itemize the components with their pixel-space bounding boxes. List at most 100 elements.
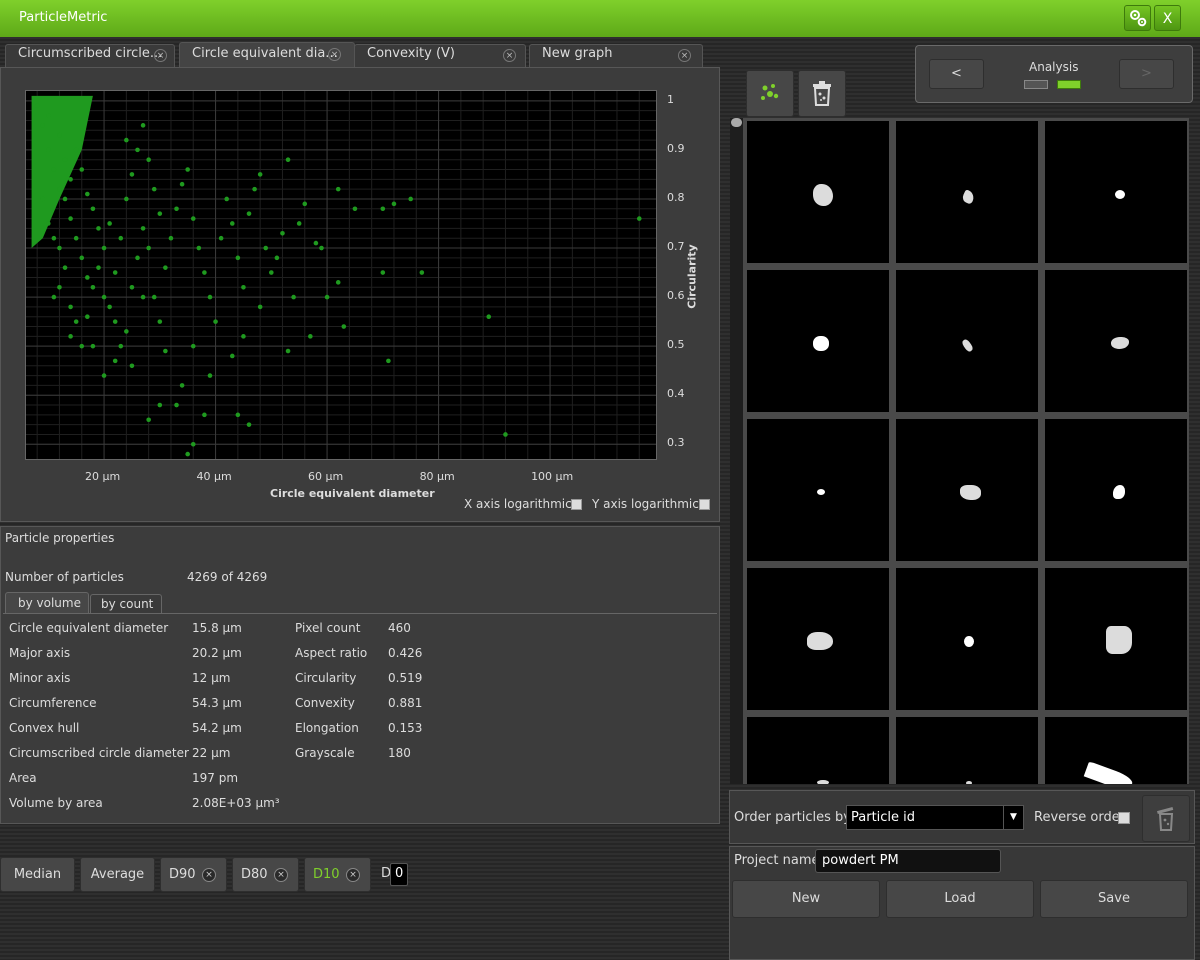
scatter-point: [140, 294, 146, 300]
tab-circumscribed-circle[interactable]: Circumscribed circle... ×: [5, 44, 175, 67]
particle-thumbnail[interactable]: [896, 121, 1038, 263]
subtab-by-volume[interactable]: by volume: [5, 592, 89, 614]
tab-close-icon[interactable]: ×: [154, 49, 167, 62]
subtab-label: by count: [101, 597, 154, 611]
order-select[interactable]: Particle id ▼: [846, 805, 1024, 830]
scatter-point: [291, 294, 296, 300]
particles-icon: [761, 84, 779, 100]
scatter-point: [246, 211, 252, 216]
average-button[interactable]: Average: [80, 857, 155, 892]
y-log-checkbox[interactable]: [699, 499, 710, 510]
particle-thumbnail[interactable]: [747, 121, 889, 263]
scatter-point: [46, 147, 51, 153]
scatter-point: [229, 353, 235, 359]
particle-thumbnail[interactable]: [896, 568, 1038, 710]
scatter-point: [68, 177, 73, 182]
reverse-order-label: Reverse order: [1034, 810, 1126, 825]
scatter-point: [179, 181, 185, 187]
project-name-label: Project name: [734, 853, 820, 868]
close-button[interactable]: X: [1154, 5, 1181, 31]
scatter-point: [257, 304, 263, 310]
particle-thumbnail[interactable]: [1045, 568, 1187, 710]
scatter-point: [68, 304, 73, 310]
scatter-point: [73, 235, 79, 241]
tab-new-graph[interactable]: New graph ×: [529, 44, 703, 67]
x-tick-label: 20 µm: [85, 470, 121, 483]
particle-thumbnail[interactable]: [896, 419, 1038, 561]
scatter-point: [157, 211, 163, 216]
project-name-input[interactable]: powdert PM: [815, 849, 1001, 873]
scatter-point: [62, 196, 68, 202]
particle-thumbnail[interactable]: [1045, 717, 1187, 784]
scatter-point: [40, 123, 46, 128]
properties-title: Particle properties: [5, 531, 115, 545]
order-label: Order particles by: [734, 810, 851, 825]
subtab-by-count[interactable]: by count: [90, 594, 162, 614]
scatter-point: [157, 402, 163, 408]
show-particles-button[interactable]: [746, 70, 794, 117]
load-button[interactable]: Load: [886, 880, 1034, 918]
scatter-point: [241, 284, 246, 290]
scatter-point: [57, 284, 62, 290]
property-value: 54.2 µm: [192, 721, 242, 735]
new-button[interactable]: New: [732, 880, 880, 918]
next-analysis-button[interactable]: >: [1119, 59, 1174, 89]
scroll-handle[interactable]: [731, 118, 742, 127]
settings-button[interactable]: [1124, 5, 1151, 31]
scatter-point: [241, 334, 246, 339]
save-button[interactable]: Save: [1040, 880, 1188, 918]
particle-thumbnail[interactable]: [747, 568, 889, 710]
median-button[interactable]: Median: [0, 857, 75, 892]
scatter-point: [62, 157, 68, 162]
scatter-point: [324, 294, 330, 300]
scatter-point: [168, 235, 174, 241]
remove-d90-icon[interactable]: ×: [202, 868, 216, 882]
property-value: 0.881: [388, 696, 423, 710]
scatter-point: [503, 432, 508, 437]
scatter-point: [274, 255, 280, 261]
discard-button[interactable]: [1142, 795, 1190, 842]
scatter-point: [218, 235, 224, 241]
scatter-point: [124, 196, 129, 202]
scatter-plot[interactable]: [25, 90, 657, 460]
property-label: Convexity: [295, 696, 355, 710]
chip-label: D90: [169, 867, 196, 882]
gallery-scrollbar[interactable]: [730, 118, 743, 784]
tab-close-icon[interactable]: ×: [503, 49, 516, 62]
scatter-point: [263, 245, 269, 251]
particle-thumbnail[interactable]: [1045, 121, 1187, 263]
particle-thumbnail[interactable]: [747, 419, 889, 561]
scatter-point: [51, 235, 57, 241]
tab-circle-equivalent-diameter[interactable]: Circle equivalent dia... ×: [179, 42, 355, 68]
order-select-value: Particle id: [851, 810, 916, 825]
tab-close-icon[interactable]: ×: [678, 49, 691, 62]
scatter-point: [636, 216, 642, 221]
d80-chip[interactable]: D80 ×: [232, 857, 299, 892]
particle-thumbnail[interactable]: [896, 717, 1038, 784]
d10-chip[interactable]: D10 ×: [304, 857, 371, 892]
particle-thumbnail[interactable]: [896, 270, 1038, 412]
particle-thumbnail[interactable]: [1045, 419, 1187, 561]
remove-d80-icon[interactable]: ×: [274, 868, 288, 882]
scatter-point: [380, 270, 386, 275]
x-log-checkbox[interactable]: [571, 499, 582, 510]
scatter-point: [140, 123, 146, 128]
reverse-order-checkbox[interactable]: [1118, 812, 1130, 824]
particle-thumbnail[interactable]: [747, 717, 889, 784]
tab-close-icon[interactable]: ×: [328, 48, 341, 61]
scatter-point: [146, 417, 151, 423]
custom-d-input[interactable]: 0: [390, 863, 408, 886]
delete-particles-button[interactable]: [798, 70, 846, 117]
remove-d10-icon[interactable]: ×: [346, 868, 360, 882]
particle-thumbnail[interactable]: [1045, 270, 1187, 412]
scatter-point: [285, 157, 291, 162]
scatter-point: [85, 191, 90, 197]
tab-convexity[interactable]: Convexity (V) ×: [354, 44, 526, 67]
scatter-point: [486, 314, 492, 320]
d90-chip[interactable]: D90 ×: [160, 857, 227, 892]
chevron-down-icon[interactable]: ▼: [1003, 806, 1023, 829]
previous-analysis-button[interactable]: <: [929, 59, 984, 89]
scatter-point: [34, 103, 40, 109]
scatter-point: [335, 280, 341, 285]
particle-thumbnail[interactable]: [747, 270, 889, 412]
